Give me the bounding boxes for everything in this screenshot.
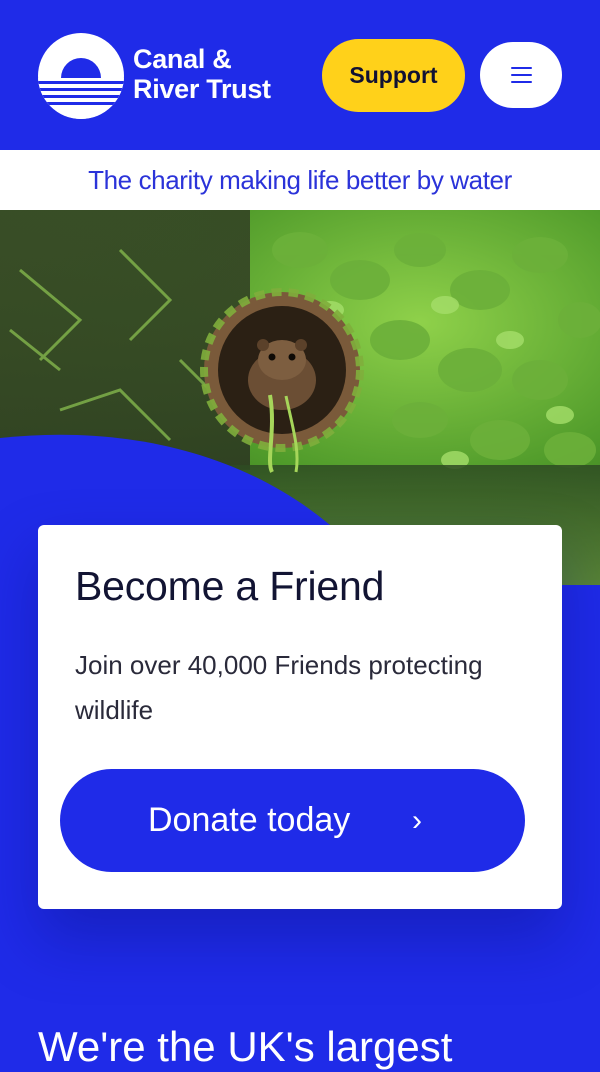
donate-button-label: Donate today [148,801,351,839]
support-button[interactable]: Support [322,39,465,112]
tagline: The charity making life better by water [0,150,600,210]
canal-river-trust-logo-icon [38,33,124,119]
card-title: Become a Friend [75,563,385,609]
site-header: Canal & River Trust Support [0,0,600,150]
become-friend-card: Become a Friend Join over 40,000 Friends… [38,525,562,909]
logo-line-1: Canal & [133,44,232,74]
menu-button[interactable] [480,42,562,108]
donate-today-button[interactable]: Donate today › [60,769,525,872]
logo-line-2: River Trust [133,74,271,104]
logo-text: Canal & River Trust [133,44,271,104]
logo-link[interactable]: Canal & River Trust [0,0,300,150]
chevron-right-icon: › [412,804,422,837]
card-text: Join over 40,000 Friends protecting wild… [75,650,483,725]
